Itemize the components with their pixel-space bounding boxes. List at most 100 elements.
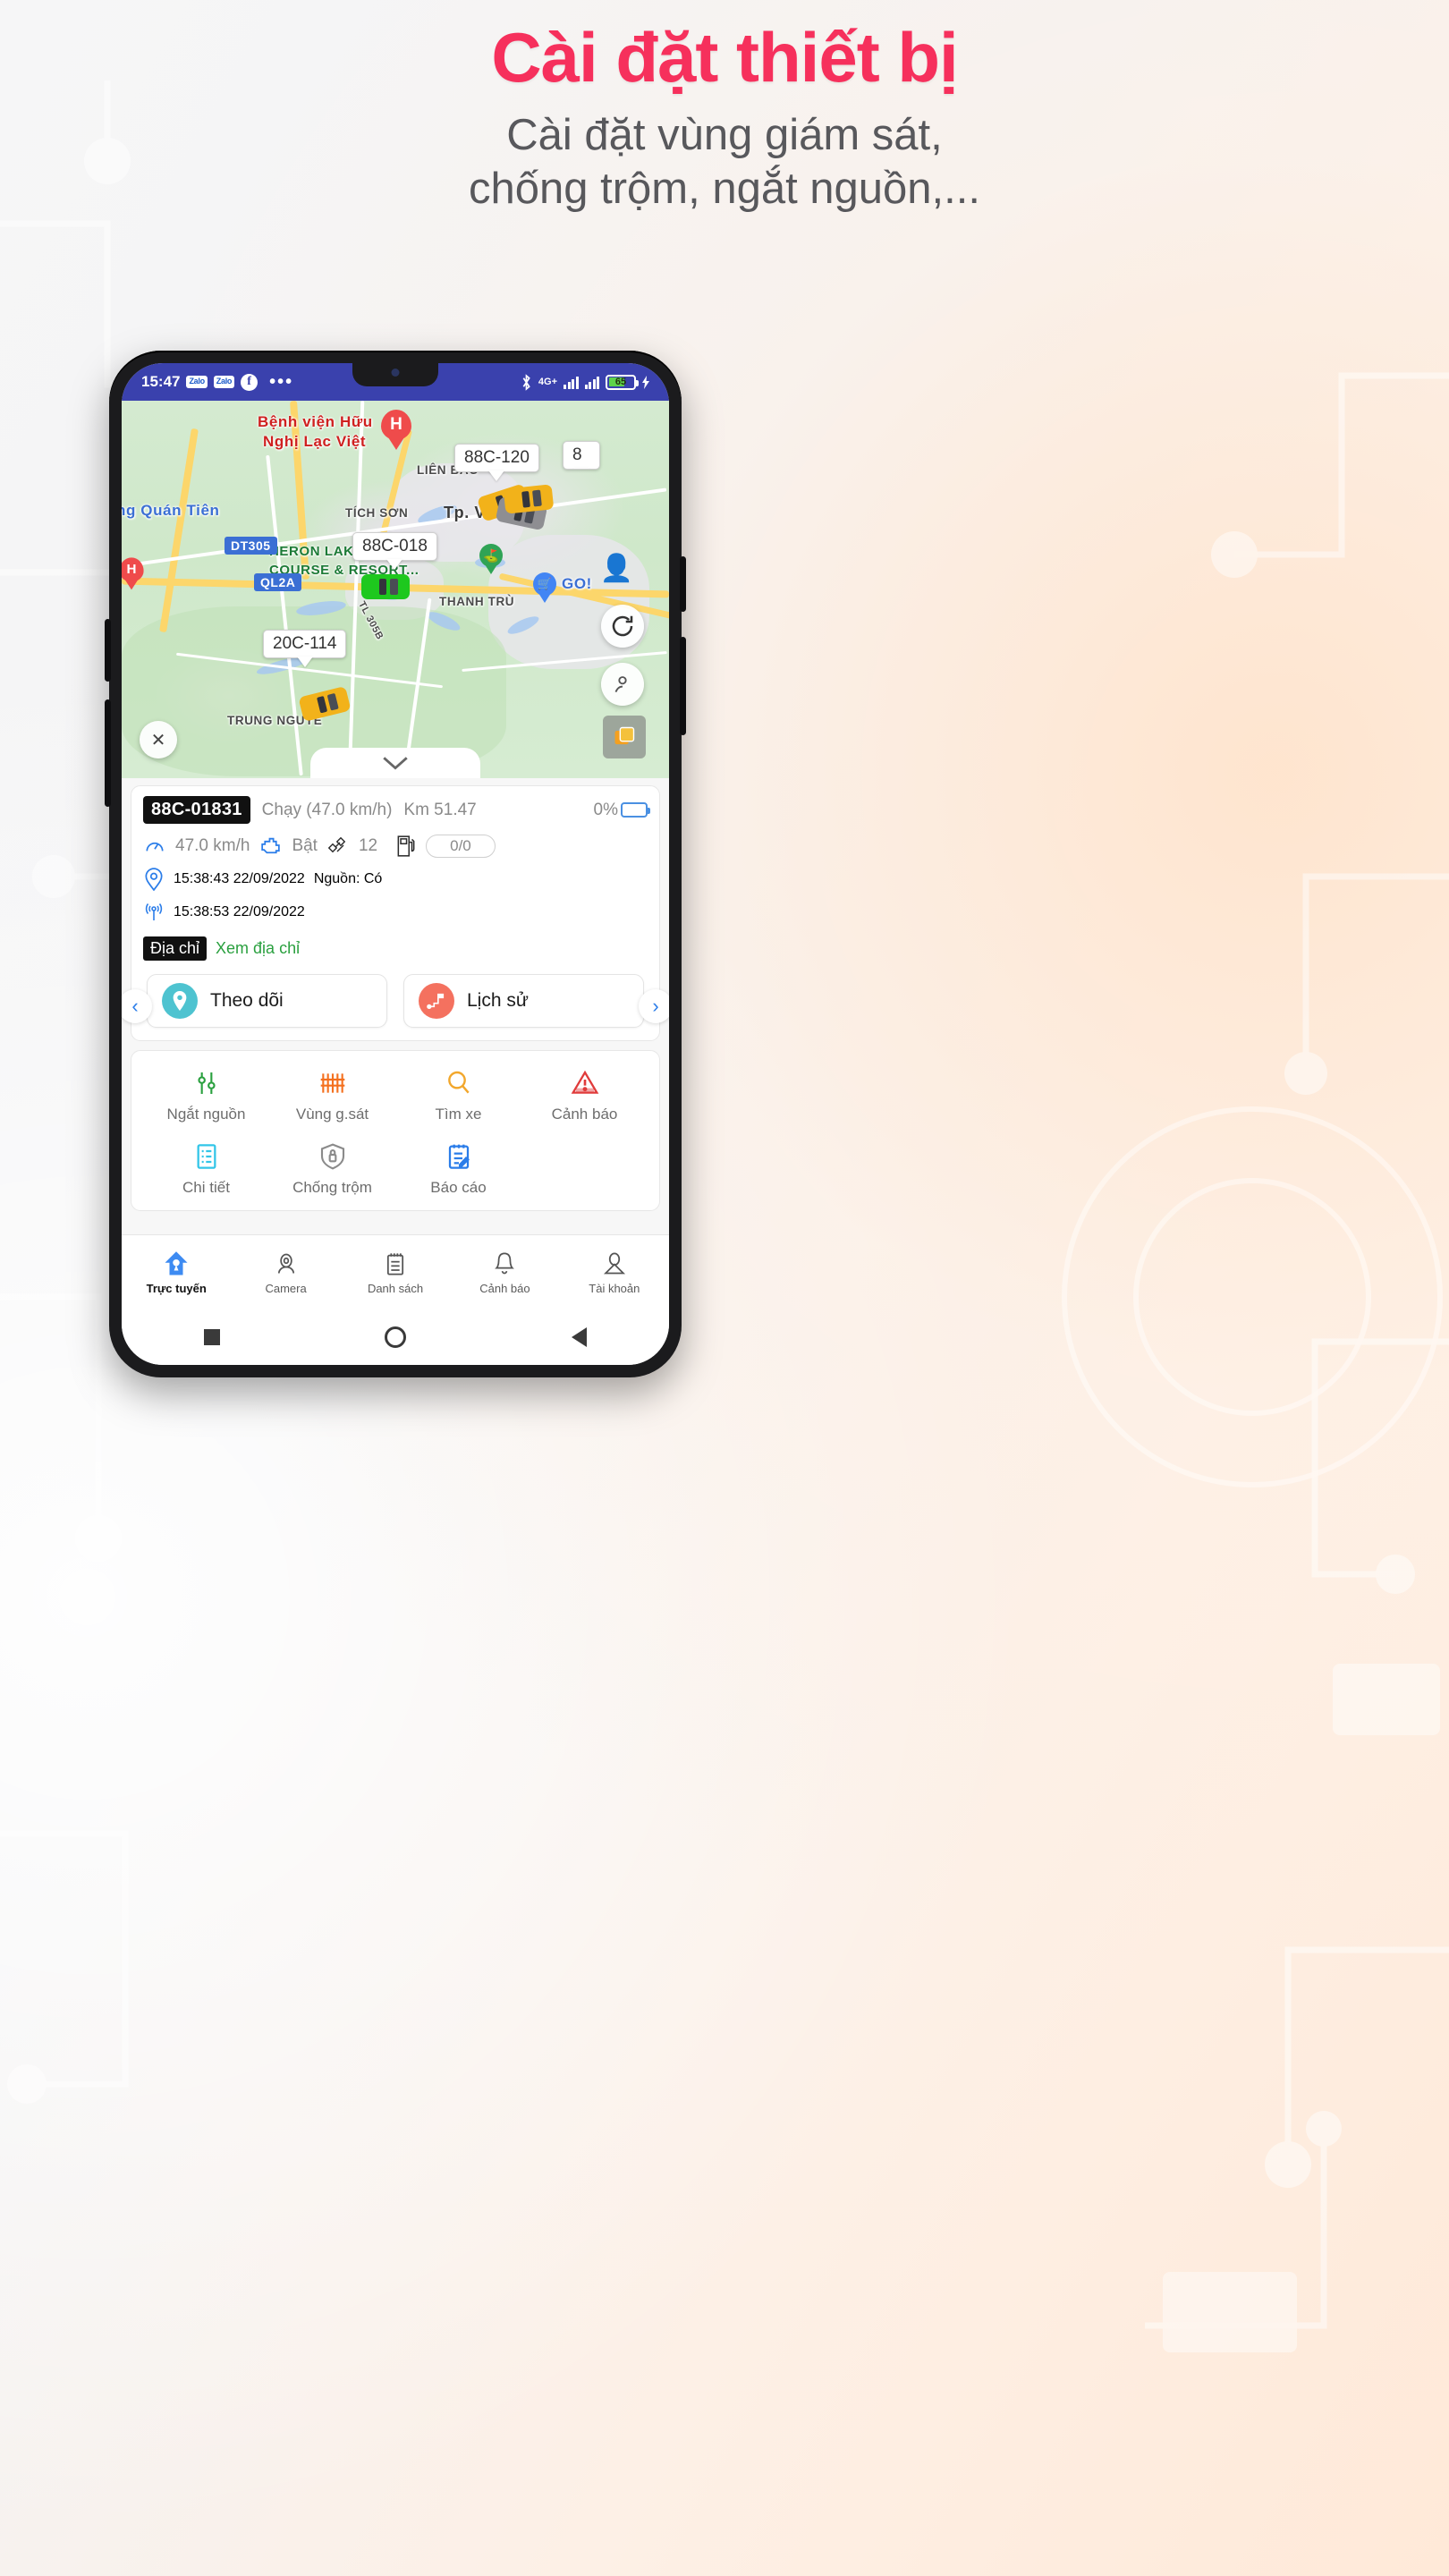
- nav-item-danh-sach[interactable]: Danh sách: [341, 1250, 450, 1295]
- vehicle-plate-20c-114[interactable]: 20C-114: [263, 630, 347, 658]
- device-battery-icon: [621, 802, 650, 818]
- nav-item-camera[interactable]: Camera: [231, 1250, 340, 1295]
- list-icon: [383, 1250, 408, 1277]
- geofence-icon: [318, 1067, 347, 1099]
- triangle-back-icon[interactable]: [571, 1327, 587, 1347]
- signal-icon: [145, 903, 163, 920]
- vehicle-plate-88c-120[interactable]: 88C-120: [454, 444, 539, 472]
- phone-screen: 15:47 Zalo Zalo f ••• 4G+ 65 Bệnh viện H…: [122, 363, 669, 1365]
- nav-label: Camera: [265, 1281, 307, 1295]
- subtitle-line-1: Cài đặt vùng giám sát,: [506, 111, 943, 160]
- shield-lock-icon: [318, 1140, 347, 1173]
- action-label: Báo cáo: [430, 1179, 487, 1196]
- action-chong-trom[interactable]: Chống trộm: [269, 1134, 395, 1200]
- view-address-link[interactable]: Xem địa chỉ: [216, 939, 300, 958]
- device-speed: 47.0 km/h: [175, 836, 250, 855]
- next-device-button[interactable]: ›: [639, 989, 669, 1023]
- nav-label: Danh sách: [367, 1281, 424, 1295]
- golf-pin-icon: ⛳: [479, 544, 503, 567]
- bell-icon: [492, 1250, 517, 1277]
- device-action-buttons: Theo dõi Lịch sử: [143, 974, 648, 1030]
- actions-grid: Ngắt nguồn Vùng g.sát Tìm xe Cảnh báo Ch…: [143, 1061, 648, 1200]
- address-badge: Địa chỉ: [143, 936, 208, 961]
- nav-item-canh-bao[interactable]: Cảnh báo: [450, 1250, 559, 1295]
- subtitle-line-2: chống trộm, ngắt nguồn,...: [468, 165, 981, 213]
- speedometer-icon: [146, 842, 164, 852]
- zalo-icon-2: Zalo: [213, 376, 235, 388]
- track-button[interactable]: Theo dõi: [147, 974, 387, 1028]
- nav-item-tai-khoan[interactable]: Tài khoản: [560, 1250, 669, 1295]
- status-bar: 15:47 Zalo Zalo f ••• 4G+ 65: [122, 363, 669, 401]
- vehicle-plate-88c-018[interactable]: 88C-018: [352, 532, 437, 561]
- action-canh-bao[interactable]: Cảnh báo: [521, 1061, 648, 1127]
- action-vung-giam-sat[interactable]: Vùng g.sát: [269, 1061, 395, 1127]
- vehicle-plate-partial-right[interactable]: 8: [563, 441, 600, 470]
- vehicle-marker-green[interactable]: [361, 574, 410, 599]
- map-refresh-button[interactable]: [601, 605, 644, 648]
- location-pin-icon: [145, 868, 163, 891]
- street-view-pegman-icon[interactable]: 👤: [600, 553, 633, 584]
- volume-up-button[interactable]: [105, 619, 111, 682]
- map-label-quan-tien: ng Quán Tiên: [122, 502, 220, 519]
- action-ngat-nguon[interactable]: Ngắt nguồn: [143, 1061, 269, 1127]
- action-chi-tiet[interactable]: Chi tiết: [143, 1134, 269, 1200]
- phone-device: 15:47 Zalo Zalo f ••• 4G+ 65 Bệnh viện H…: [105, 351, 686, 1377]
- sheet-collapse-handle[interactable]: [310, 748, 480, 778]
- device-info-card: 88C-01831 Chạy (47.0 km/h) Km 51.47 0% 4…: [131, 785, 660, 1041]
- road-shield-dt305: DT305: [225, 537, 277, 555]
- account-icon: [602, 1250, 627, 1277]
- power-cut-icon: [192, 1067, 221, 1099]
- zalo-icon-1: Zalo: [186, 376, 208, 388]
- vehicle-marker-yellow-2[interactable]: [503, 484, 555, 514]
- square-icon[interactable]: [204, 1329, 221, 1345]
- map-view[interactable]: Bệnh viện Hữu Nghị Lạc Việt H ng Quán Ti…: [122, 401, 669, 778]
- device-gps-row: 15:38:43 22/09/2022 Nguồn: Có: [143, 868, 648, 891]
- map-account-button[interactable]: [601, 663, 644, 706]
- map-close-button[interactable]: ✕: [140, 721, 177, 758]
- map-layers-button[interactable]: [603, 716, 646, 758]
- action-label: Chống trộm: [292, 1179, 372, 1196]
- device-summary-row: 88C-01831 Chạy (47.0 km/h) Km 51.47 0%: [143, 796, 650, 824]
- home-pin-icon: [163, 1250, 190, 1277]
- device-signal-row: 15:38:53 22/09/2022: [143, 901, 648, 924]
- device-battery-text: 0%: [593, 800, 618, 819]
- satellite-icon: [327, 836, 346, 853]
- action-label: Ngắt nguồn: [166, 1106, 246, 1123]
- signal-bars-2: [584, 376, 599, 389]
- history-button[interactable]: Lịch sử: [403, 974, 644, 1028]
- actions-card: Ngắt nguồn Vùng g.sát Tìm xe Cảnh báo Ch…: [131, 1050, 660, 1211]
- overflow-icon: •••: [269, 372, 294, 392]
- nav-label: Trực tuyến: [146, 1281, 207, 1295]
- details-list-icon: [192, 1140, 221, 1173]
- volume-down-button[interactable]: [105, 699, 111, 807]
- device-signal-time: 15:38:53 22/09/2022: [174, 904, 305, 919]
- device-fuel: 0/0: [426, 835, 496, 858]
- action-empty-slot: [521, 1134, 648, 1200]
- network-type: 4G+: [538, 377, 557, 387]
- search-icon: [445, 1067, 473, 1099]
- headline-block: Cài đặt thiết bị Cài đặt vùng giám sát, …: [0, 20, 1449, 216]
- facebook-icon: f: [241, 373, 258, 391]
- device-power-source: Nguồn: Có: [313, 871, 383, 886]
- action-label: Vùng g.sát: [295, 1106, 369, 1123]
- android-navigation-bar: [122, 1309, 669, 1365]
- bottom-sheet: ‹ › 88C-01831 Chạy (47.0 km/h) Km 51.47 …: [122, 778, 669, 1234]
- status-bar-right: 4G+ 65: [521, 373, 649, 391]
- status-time: 15:47: [141, 373, 181, 390]
- device-engine-state: Bật: [292, 836, 318, 855]
- device-plate-badge: 88C-01831: [143, 796, 250, 824]
- device-satellites: 12: [358, 836, 378, 855]
- track-button-label: Theo dõi: [210, 990, 284, 1011]
- nav-item-truc-tuyen[interactable]: Trực tuyến: [122, 1250, 231, 1295]
- page-subtitle: Cài đặt vùng giám sát, chống trộm, ngắt …: [0, 109, 1449, 216]
- shopping-pin-icon: 🛒: [533, 572, 556, 596]
- action-bao-cao[interactable]: Báo cáo: [395, 1134, 521, 1200]
- device-metrics-row: 47.0 km/h Bật 12 0/0: [143, 835, 648, 858]
- device-battery: 0%: [593, 800, 650, 820]
- battery-percent-text: 65: [614, 377, 627, 387]
- circle-icon[interactable]: [385, 1326, 407, 1348]
- history-route-icon: [419, 983, 454, 1019]
- track-pin-icon: [162, 983, 198, 1019]
- status-bar-left: 15:47 Zalo Zalo f •••: [141, 373, 293, 391]
- action-tim-xe[interactable]: Tìm xe: [395, 1061, 521, 1127]
